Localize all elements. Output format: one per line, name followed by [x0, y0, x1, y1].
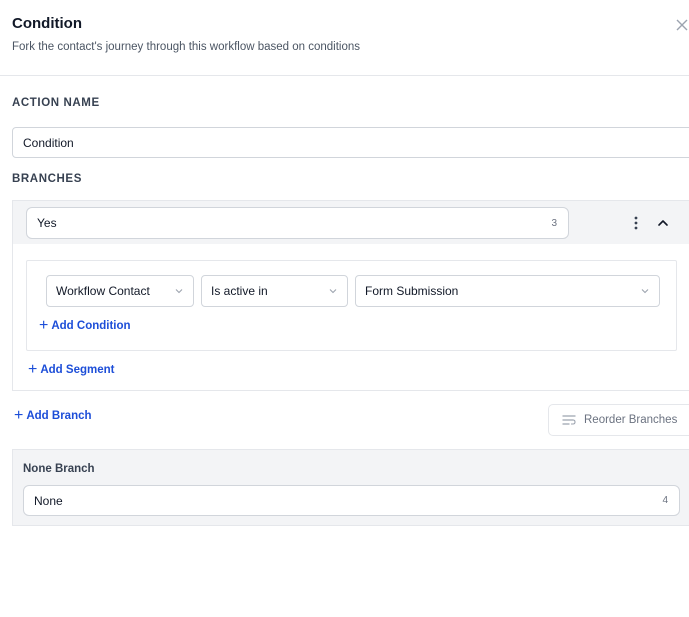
branch-count: 3 [551, 217, 557, 229]
panel-subtitle: Fork the contact's journey through this … [12, 41, 361, 53]
add-condition-label: Add Condition [51, 320, 131, 332]
add-branch-button[interactable]: + Add Branch [14, 406, 92, 424]
branch-name-value: Yes [37, 216, 57, 230]
add-segment-button[interactable]: + Add Segment [28, 360, 115, 378]
header-divider [0, 75, 689, 76]
plus-icon: + [14, 406, 24, 424]
action-name-label: ACTION NAME [12, 97, 100, 109]
condition-operator-value: Is active in [211, 284, 268, 298]
condition-operator-select[interactable]: Is active in [201, 275, 348, 307]
chevron-up-icon[interactable] [656, 216, 670, 230]
plus-icon: + [28, 360, 38, 378]
plus-icon: + [39, 316, 49, 334]
condition-value-select[interactable]: Form Submission [355, 275, 660, 307]
none-branch-input[interactable]: None 4 [23, 485, 680, 516]
none-branch-label: None Branch [23, 463, 95, 475]
action-name-value: Condition [23, 135, 74, 150]
reorder-branches-label: Reorder Branches [584, 414, 678, 426]
chevron-down-icon [641, 289, 649, 294]
add-branch-label: Add Branch [26, 410, 92, 422]
reorder-branches-button[interactable]: Reorder Branches [548, 404, 689, 436]
reorder-list-icon [562, 415, 576, 425]
chevron-down-icon [175, 289, 183, 294]
close-icon[interactable] [674, 17, 689, 33]
none-branch-count: 4 [662, 495, 668, 506]
branch-name-input[interactable]: Yes 3 [26, 207, 569, 239]
chevron-down-icon [329, 289, 337, 294]
condition-field-value: Workflow Contact [56, 284, 150, 298]
more-vertical-icon[interactable] [628, 215, 644, 231]
condition-value-value: Form Submission [365, 284, 459, 298]
add-segment-label: Add Segment [40, 364, 115, 376]
branches-label: BRANCHES [12, 173, 82, 185]
condition-field-select[interactable]: Workflow Contact [46, 275, 194, 307]
action-name-input[interactable]: Condition [12, 127, 689, 158]
add-condition-button[interactable]: + Add Condition [39, 316, 131, 334]
panel-title: Condition [12, 15, 82, 32]
none-branch-value: None [34, 493, 63, 508]
